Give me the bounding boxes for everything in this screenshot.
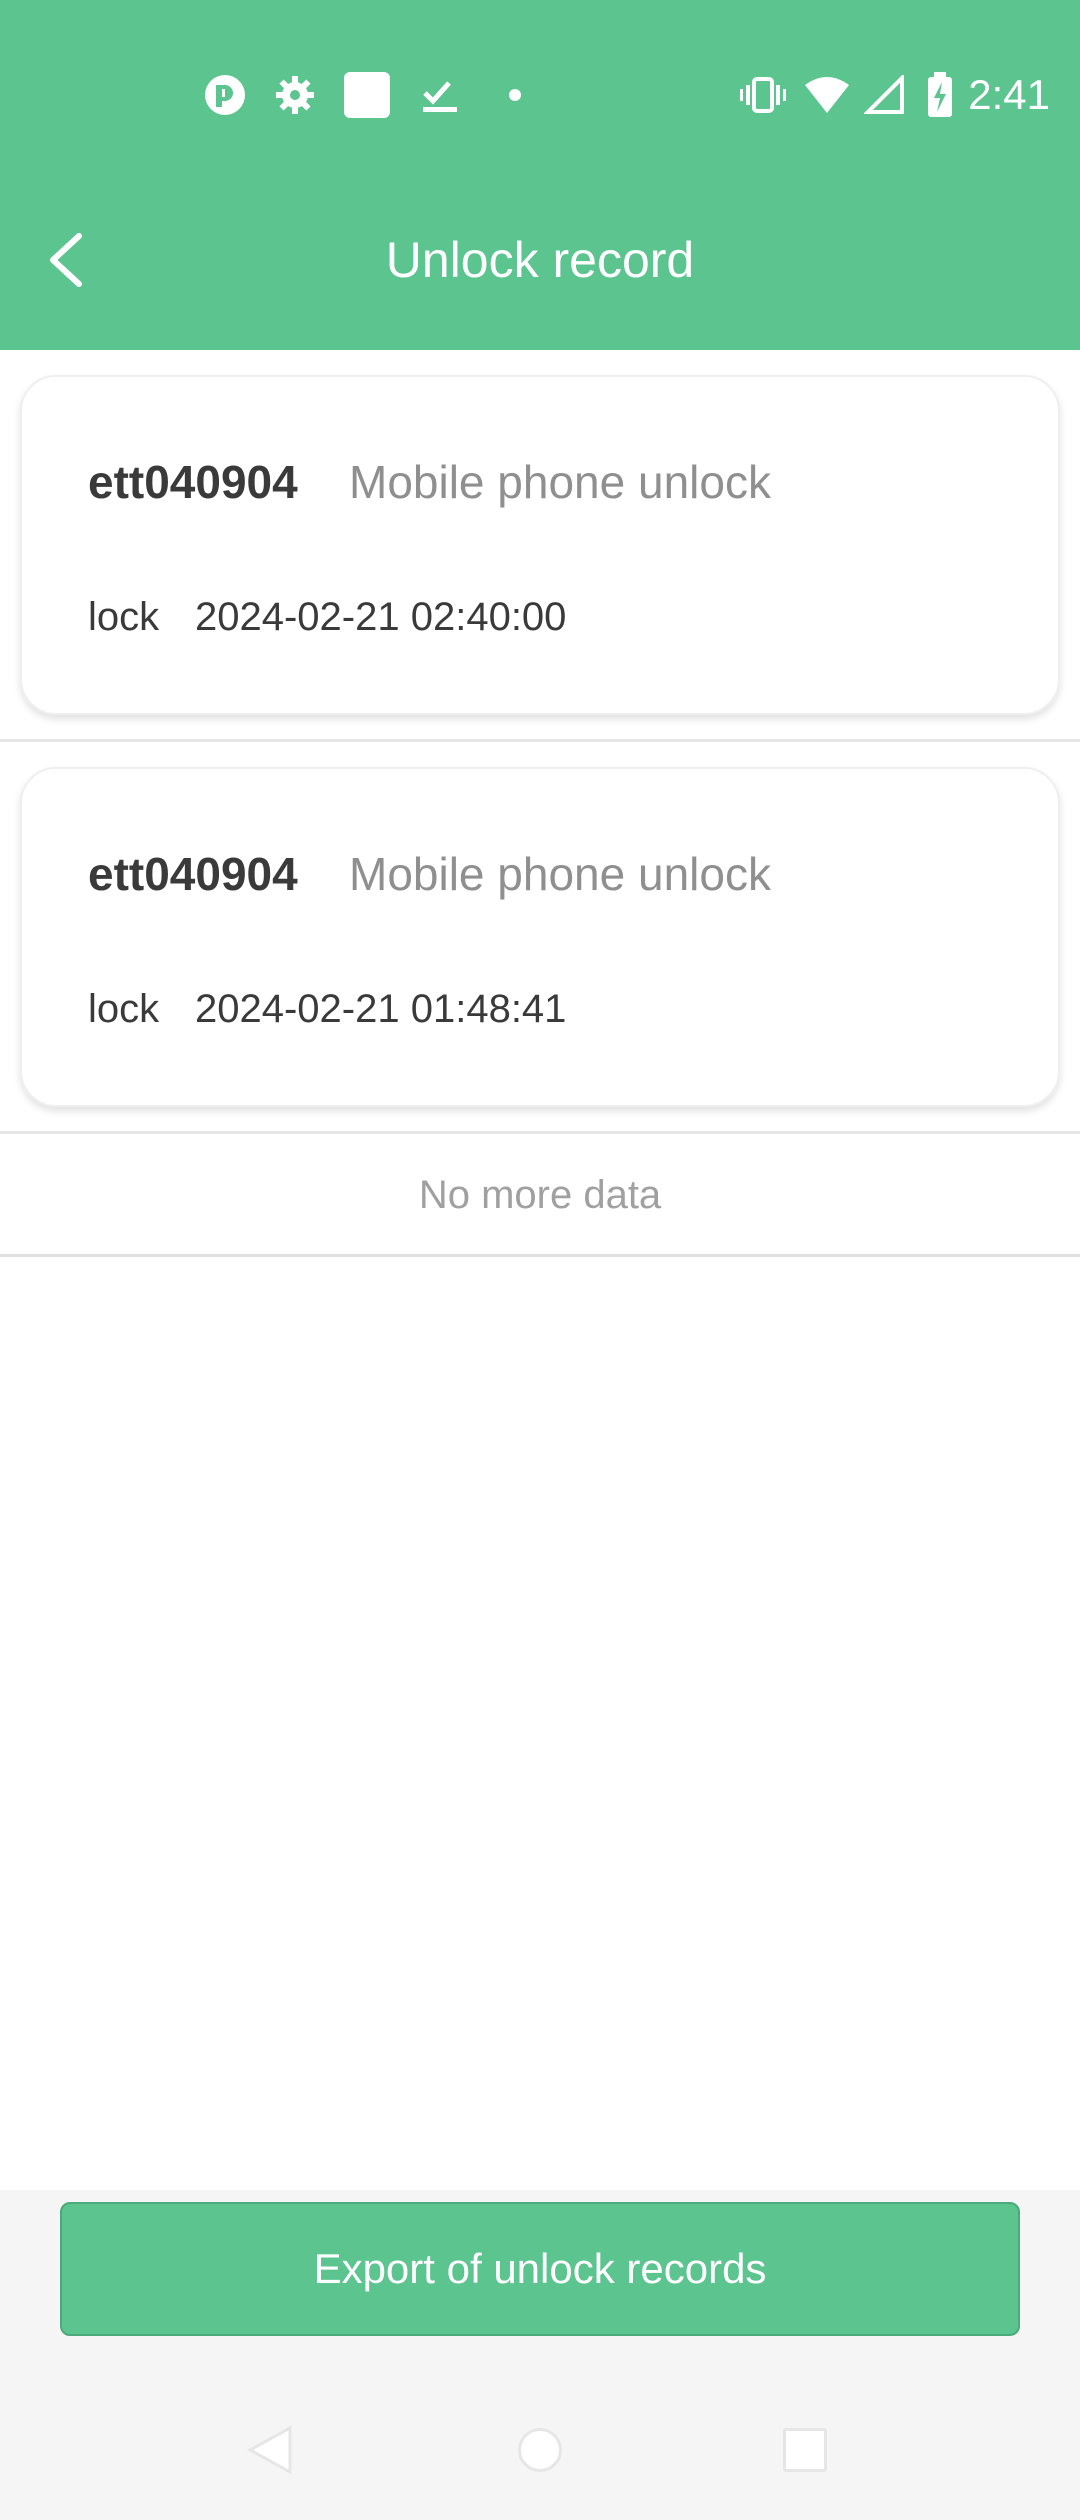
settings-notification-icon [270, 70, 320, 120]
nav-home-icon[interactable] [510, 2420, 570, 2480]
nav-recents-icon[interactable] [775, 2420, 835, 2480]
wifi-icon [802, 70, 852, 120]
record-card[interactable]: ett040904 Mobile phone unlock lock 2024-… [20, 375, 1060, 715]
record-type: Mobile phone unlock [349, 456, 771, 508]
app-header: 2:41 Unlock record [0, 0, 1080, 350]
record-card[interactable]: ett040904 Mobile phone unlock lock 2024-… [20, 767, 1060, 1107]
record-type: Mobile phone unlock [349, 848, 771, 900]
signal-icon [862, 70, 908, 120]
square-notification-icon [342, 70, 392, 120]
checklist-notification-icon [416, 70, 466, 120]
battery-charging-icon [922, 70, 958, 120]
record-time: 2024-02-21 01:48:41 [195, 987, 567, 1031]
page-title: Unlock record [385, 232, 695, 288]
record-user: ett040904 [88, 848, 298, 900]
list-item[interactable]: ett040904 Mobile phone unlock lock 2024-… [0, 350, 1080, 742]
list-item[interactable]: ett040904 Mobile phone unlock lock 2024-… [0, 742, 1080, 1134]
record-time: 2024-02-21 02:40:00 [195, 595, 567, 639]
record-lock-label: lock [88, 595, 160, 639]
dot-icon [500, 70, 530, 120]
record-lock-label: lock [88, 987, 160, 1031]
record-user: ett040904 [88, 456, 298, 508]
app-notification-icon [200, 70, 250, 120]
status-time: 2:41 [968, 71, 1050, 118]
nav-back-icon[interactable] [240, 2420, 300, 2480]
list-end-message: No more data [0, 1137, 1080, 1257]
record-list[interactable]: ett040904 Mobile phone unlock lock 2024-… [0, 350, 1080, 2190]
status-bar: 2:41 [0, 0, 1080, 190]
export-records-button[interactable]: Export of unlock records [60, 2202, 1020, 2336]
vibrate-icon [738, 70, 788, 120]
